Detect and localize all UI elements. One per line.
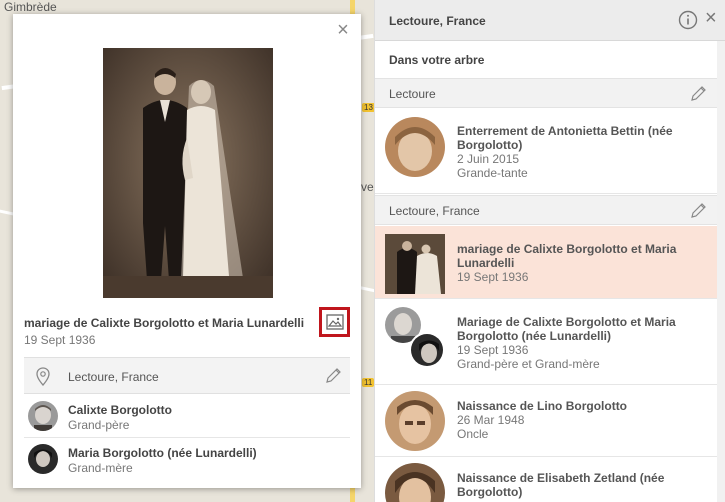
person-avatar	[28, 401, 58, 431]
event-date: 19 Sept 1936	[457, 270, 529, 284]
panel-header: Lectoure, France ×	[375, 0, 725, 41]
panel-title: Lectoure, France	[389, 14, 486, 28]
event-thumbnail	[385, 117, 445, 177]
edit-pencil-icon[interactable]	[690, 202, 707, 219]
event-date: 19 Sept 1936	[457, 343, 529, 357]
event-thumbnail	[385, 234, 445, 294]
event-relation: Grand-père et Grand-mère	[457, 357, 600, 371]
popup-event-title: mariage de Calixte Borgolotto et Maria L…	[24, 316, 305, 330]
person-name: Calixte Borgolotto	[68, 403, 172, 417]
panel-scrollbar[interactable]	[717, 41, 725, 502]
event-list-item[interactable]: Naissance de Elisabeth Zetland (née Borg…	[375, 457, 725, 502]
popup-place-row[interactable]: Lectoure, France	[24, 357, 350, 394]
event-title: Enterrement de Antonietta Bettin (née Bo…	[457, 124, 673, 152]
event-title: Naissance de Lino Borgolotto	[457, 399, 628, 413]
edit-pencil-icon[interactable]	[325, 367, 342, 384]
popup-person-row[interactable]: Maria Borgolotto (née Lunardelli) Grand-…	[24, 438, 350, 481]
event-list-item-selected[interactable]: mariage de Calixte Borgolotto et Maria L…	[375, 226, 725, 299]
wedding-photo-image	[103, 48, 273, 298]
place-group-header: Lectoure, France	[375, 195, 725, 225]
event-date: 26 Mar 1948	[457, 413, 525, 427]
map-label-town: Gimbrède	[4, 0, 57, 14]
event-relation: Oncle	[457, 427, 489, 441]
place-group-title: Lectoure	[389, 87, 436, 101]
place-panel: Lectoure, France × Dans votre arbre Lect…	[374, 0, 725, 502]
edit-pencil-icon[interactable]	[690, 85, 707, 102]
place-group-title: Lectoure, France	[389, 204, 480, 218]
event-relation: Grande-tante	[457, 166, 528, 180]
map-road-badge: 13	[362, 103, 375, 112]
popup-person-row[interactable]: Calixte Borgolotto Grand-père	[24, 395, 350, 438]
person-avatar	[28, 444, 58, 474]
panel-close-button[interactable]: ×	[705, 8, 717, 28]
event-list-item[interactable]: Naissance de Lino Borgolotto 26 Mar 1948…	[375, 385, 725, 457]
event-date: 2 Juin 2015	[457, 152, 520, 166]
location-pin-icon	[36, 367, 50, 386]
wedding-photo[interactable]	[103, 48, 273, 298]
event-title: Naissance de Elisabeth Zetland (née Borg…	[457, 471, 665, 499]
event-popup: × mariage de Calixte Borgolotto et Maria…	[13, 14, 361, 488]
popup-event-date: 19 Sept 1936	[24, 333, 96, 347]
popup-close-button[interactable]: ×	[333, 20, 353, 40]
place-group-header: Lectoure	[375, 78, 725, 108]
popup-place-label: Lectoure, France	[68, 370, 159, 384]
map-road-badge: 11	[362, 378, 375, 387]
person-relation: Grand-mère	[68, 461, 133, 475]
info-icon[interactable]	[678, 10, 698, 30]
person-name: Maria Borgolotto (née Lunardelli)	[68, 446, 257, 460]
event-title: mariage de Calixte Borgolotto et Maria L…	[457, 242, 677, 270]
event-list-item[interactable]: Mariage de Calixte Borgolotto et Maria B…	[375, 299, 725, 385]
tree-section-label: Dans votre arbre	[389, 53, 485, 67]
event-thumbnail	[385, 463, 445, 502]
event-thumbnail	[409, 332, 445, 368]
person-relation: Grand-père	[68, 418, 130, 432]
event-thumbnail	[385, 391, 445, 451]
image-icon	[325, 314, 344, 330]
media-button[interactable]	[319, 307, 350, 337]
event-list-item[interactable]: Enterrement de Antonietta Bettin (née Bo…	[375, 108, 725, 194]
event-title: Mariage de Calixte Borgolotto et Maria B…	[457, 315, 676, 343]
map-label-town: ve	[361, 180, 374, 194]
